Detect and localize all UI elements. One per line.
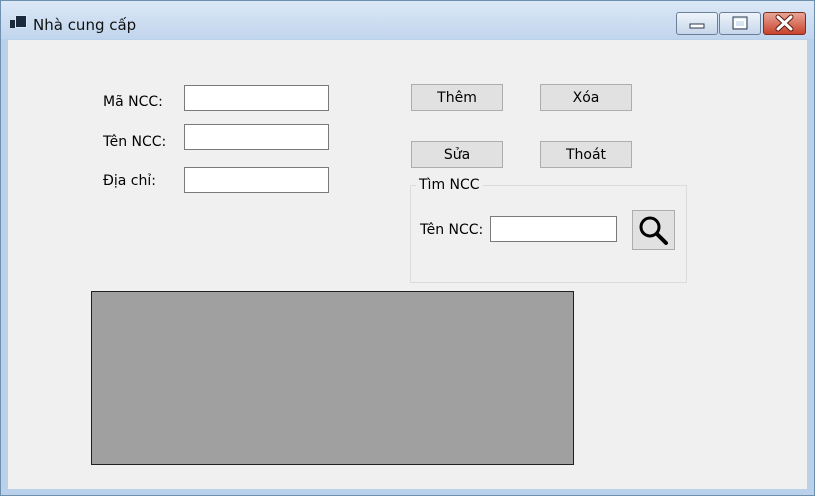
window-title: Nhà cung cấp [33,16,137,34]
xoa-button[interactable]: Xóa [540,84,632,111]
close-icon [775,14,794,32]
ten-ncc-input[interactable] [184,124,329,150]
dia-chi-input[interactable] [184,167,329,193]
app-icon [10,15,27,29]
ten-ncc-label: Tên NCC: [103,134,167,150]
ma-ncc-input[interactable] [184,85,329,111]
minimize-button[interactable] [676,12,718,35]
dia-chi-label: Địa chỉ: [103,173,156,189]
thoat-button[interactable]: Thoát [540,141,632,168]
search-button[interactable] [632,210,675,250]
search-icon [639,216,668,245]
maximize-button[interactable] [719,12,761,35]
search-ten-ncc-label: Tên NCC: [420,222,484,238]
maximize-icon [732,16,748,30]
search-group-title: Tìm NCC [416,177,483,193]
ma-ncc-label: Mã NCC: [103,94,163,110]
minimize-icon [689,23,705,29]
main-window: Nhà cung cấp Mã NCC: Tên NCC: Địa chỉ: T… [0,0,815,496]
form-client-area: Mã NCC: Tên NCC: Địa chỉ: Thêm Xóa Sửa T… [8,40,807,489]
sua-button[interactable]: Sửa [411,141,503,168]
close-button[interactable] [763,12,806,35]
search-ten-ncc-input[interactable] [490,216,617,242]
them-button[interactable]: Thêm [411,84,503,111]
title-bar[interactable]: Nhà cung cấp [1,1,814,39]
supplier-data-grid[interactable] [91,291,574,465]
